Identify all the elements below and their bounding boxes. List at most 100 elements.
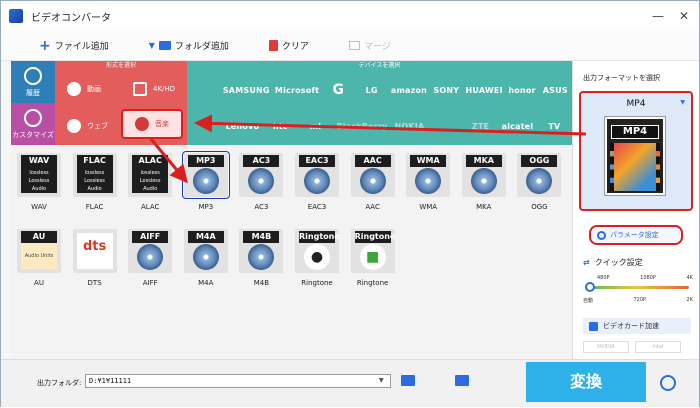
alarm-clock-icon[interactable] bbox=[660, 375, 676, 391]
device-tv[interactable]: TV bbox=[540, 122, 568, 131]
play-icon bbox=[67, 82, 81, 96]
device-row-2: Lenovo htc mi BlackBerry NOKIA ZTE alcat… bbox=[187, 109, 572, 143]
format-tag: M4A bbox=[187, 231, 224, 243]
add-file-button[interactable]: + ファイル追加 bbox=[39, 36, 109, 56]
format-tag: MP4 bbox=[611, 125, 659, 139]
apple-icon: ● bbox=[304, 244, 330, 270]
device-honor[interactable]: honor bbox=[508, 86, 536, 95]
parameter-settings-button[interactable]: パラメータ設定 bbox=[589, 225, 683, 245]
add-folder-button[interactable]: ▼ フォルダ追加 bbox=[149, 36, 229, 56]
close-button[interactable]: ✕ bbox=[677, 9, 691, 23]
format-item-ringtone[interactable]: Ringtone ■ Ringtone bbox=[349, 229, 397, 291]
format-thumbnail: dts bbox=[72, 229, 117, 273]
format-item-eac3[interactable]: EAC3 EAC3 bbox=[293, 153, 341, 215]
format-thumbnail: Ringtone ■ bbox=[350, 229, 395, 273]
format-item-mp3[interactable]: MP3 MP3 bbox=[181, 151, 230, 215]
category-music[interactable]: 音楽 bbox=[121, 109, 183, 139]
category-4k-hd[interactable]: 4K/HD bbox=[121, 74, 183, 104]
device-alcatel[interactable]: alcatel bbox=[502, 122, 534, 131]
device-htc[interactable]: htc bbox=[266, 122, 294, 131]
format-thumbnail: WAV lossless Lossless Audio bbox=[17, 153, 61, 197]
device-microsoft[interactable]: Microsoft bbox=[275, 86, 319, 95]
android-icon: ■ bbox=[359, 244, 386, 270]
output-folder-dropdown-icon[interactable]: ▼ bbox=[379, 377, 384, 384]
device-huawei[interactable]: HUAWEI bbox=[466, 86, 503, 95]
format-label: MKA bbox=[476, 203, 492, 211]
parameter-settings-label: パラメータ設定 bbox=[610, 231, 659, 239]
convert-button[interactable]: 変換 bbox=[526, 362, 646, 402]
format-item-wma[interactable]: WMA WMA bbox=[404, 153, 452, 215]
format-item-m4a[interactable]: M4A M4A bbox=[182, 229, 230, 291]
category-video[interactable]: 動画 bbox=[55, 74, 117, 104]
open-folder-icon[interactable] bbox=[455, 375, 469, 386]
quick-settings-label: クイック設定 bbox=[594, 258, 643, 267]
output-folder-input[interactable]: D:¥1¥11111 bbox=[85, 374, 391, 388]
format-item-flac[interactable]: FLAC lossless Lossless Audio FLAC bbox=[71, 153, 119, 215]
device-sony[interactable]: SONY bbox=[432, 86, 460, 95]
device-zte[interactable]: ZTE bbox=[467, 122, 495, 131]
device-amazon[interactable]: amazon bbox=[391, 86, 427, 95]
format-item-aiff[interactable]: AIFF AIFF bbox=[126, 229, 174, 291]
format-label: AAC bbox=[365, 203, 380, 211]
format-item-au[interactable]: AU Audio Units AU bbox=[15, 229, 63, 291]
device-lenovo[interactable]: Lenovo bbox=[226, 122, 260, 131]
merge-button[interactable]: マージ bbox=[348, 36, 391, 56]
audio-units-icon: Audio Units bbox=[21, 243, 57, 269]
format-thumbnail: WMA bbox=[406, 153, 451, 197]
chevron-down-icon[interactable]: ▼ bbox=[680, 99, 685, 106]
tick-label: 1080P bbox=[640, 275, 656, 281]
star-icon bbox=[24, 108, 42, 127]
device-lg[interactable]: LG bbox=[358, 86, 386, 95]
trash-icon bbox=[268, 40, 278, 51]
output-folder-label: 出力フォルダ: bbox=[37, 379, 82, 387]
format-item-ogg[interactable]: OGG OGG bbox=[515, 153, 563, 215]
gpu-chip-icon bbox=[589, 321, 598, 331]
format-label: WAV bbox=[31, 203, 47, 211]
category-label: 音楽 bbox=[155, 120, 169, 128]
format-category-panel: 形式を選択 動画 4K/HD ウェブ 音楽 bbox=[55, 61, 187, 145]
dts-logo-icon: dts bbox=[76, 233, 113, 269]
format-item-aac[interactable]: AAC AAC bbox=[349, 153, 397, 215]
plus-icon: + bbox=[39, 37, 51, 54]
quick-settings-icon: ⇄ bbox=[583, 258, 590, 267]
category-web[interactable]: ウェブ bbox=[55, 111, 117, 141]
customize-button[interactable]: カスタマイズ bbox=[11, 103, 55, 145]
left-nav: 履歴 カスタマイズ bbox=[11, 61, 55, 145]
lossless-audio-icon: lossless Lossless Audio bbox=[76, 167, 113, 193]
quality-slider-handle[interactable] bbox=[585, 282, 595, 292]
device-xiaomi[interactable]: mi bbox=[301, 122, 329, 131]
format-item-alac[interactable]: ALAC lossless Lossless Audio ALAC bbox=[126, 153, 174, 215]
format-item-ringtone[interactable]: Ringtone ● Ringtone bbox=[293, 229, 341, 291]
quality-slider[interactable] bbox=[585, 286, 689, 289]
format-tag: ALAC bbox=[132, 155, 169, 167]
browse-folder-icon[interactable] bbox=[401, 375, 415, 386]
format-item-wav[interactable]: WAV lossless Lossless Audio WAV bbox=[15, 153, 63, 215]
output-format-selector[interactable]: MP4 ▼ MP4 bbox=[579, 91, 693, 211]
format-item-dts[interactable]: dts DTS bbox=[71, 229, 119, 291]
format-tag: WAV bbox=[21, 155, 57, 167]
tick-label: 480P bbox=[597, 275, 610, 281]
device-nokia[interactable]: NOKIA bbox=[395, 122, 425, 131]
device-samsung[interactable]: SAMSUNG bbox=[223, 86, 270, 95]
minimize-button[interactable]: — bbox=[651, 9, 665, 23]
tick-label: 4K bbox=[686, 275, 693, 281]
format-item-mka[interactable]: MKA MKA bbox=[460, 153, 508, 215]
nvidia-checkbox[interactable]: NVIDIA bbox=[583, 341, 629, 353]
gpu-acceleration-toggle[interactable]: ビデオカード加速 bbox=[583, 318, 691, 334]
format-tag: Ringtone bbox=[354, 231, 395, 243]
device-google[interactable]: G bbox=[324, 82, 352, 98]
device-panel: デバイスを選択 SAMSUNG Microsoft G LG amazon SO… bbox=[187, 61, 572, 145]
format-thumbnail: OGG bbox=[517, 153, 562, 197]
speaker-icon bbox=[135, 117, 149, 131]
history-button[interactable]: 履歴 bbox=[11, 61, 55, 103]
format-item-ac3[interactable]: AC3 AC3 bbox=[237, 153, 285, 215]
format-label: M4A bbox=[198, 279, 214, 287]
merge-icon bbox=[348, 41, 360, 50]
format-item-m4b[interactable]: M4B M4B bbox=[237, 229, 285, 291]
device-blackberry[interactable]: BlackBerry bbox=[336, 122, 387, 131]
clear-button[interactable]: クリア bbox=[268, 36, 309, 56]
intel-checkbox[interactable]: intel bbox=[635, 341, 681, 353]
device-asus[interactable]: ASUS bbox=[541, 86, 569, 95]
format-label: AU bbox=[34, 279, 44, 287]
dropdown-arrow-icon[interactable]: ▼ bbox=[149, 41, 155, 50]
